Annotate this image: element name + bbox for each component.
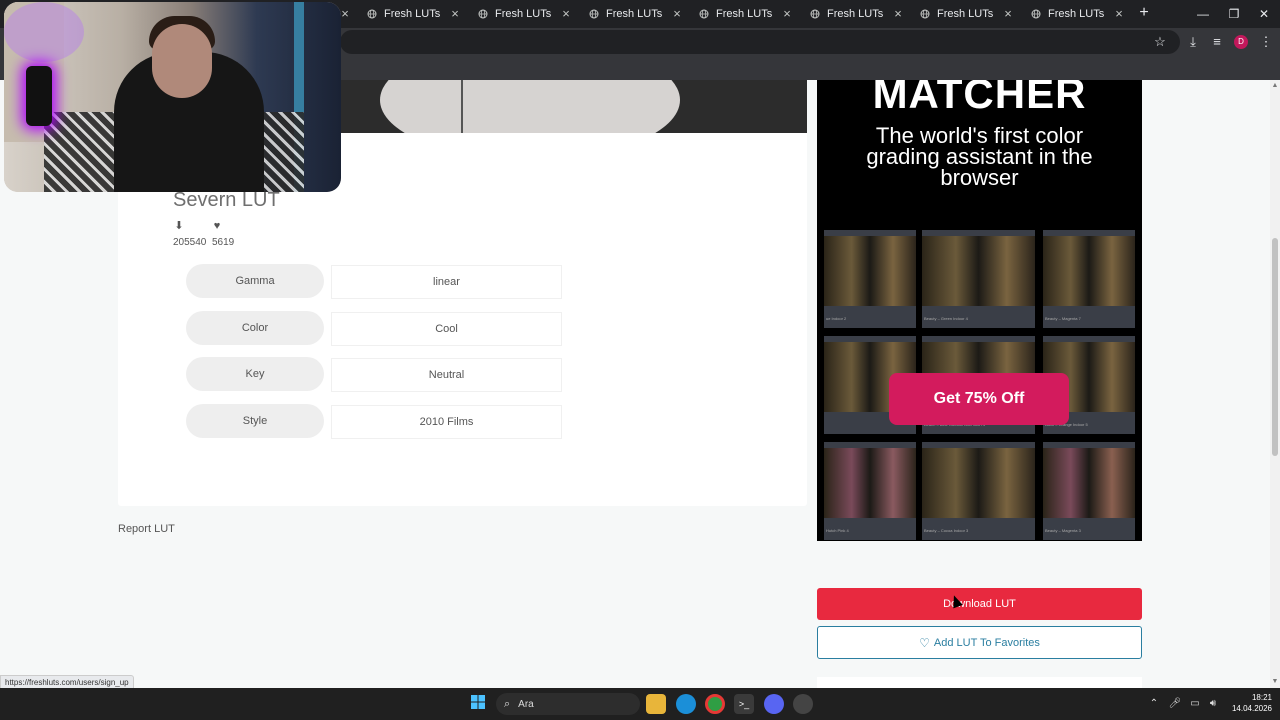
taskbar-search-label: Ara (518, 698, 534, 710)
tab-title: Fresh LUTs (606, 8, 663, 20)
attr-value-style: 2010 Films (331, 405, 562, 439)
close-tab-icon[interactable]: × (891, 7, 905, 21)
network-icon[interactable]: ▭ (1188, 697, 1202, 711)
discord-icon[interactable] (764, 694, 784, 714)
attr-label-style: Style (186, 404, 324, 438)
windows-start-icon[interactable] (468, 694, 488, 714)
browser-tab[interactable]: Fresh LUTs × (477, 0, 573, 28)
ad-thumbnail: Beauty – Magenta 3 (1043, 442, 1135, 540)
ad-thumbnail: Beauty – Green Indoor 4 (922, 230, 1035, 328)
tray-chevron-icon[interactable]: ⌃ (1147, 697, 1161, 711)
download-lut-button[interactable]: Download LUT (817, 588, 1142, 620)
ad-thumbnail: ue Indoor 2 (824, 230, 916, 328)
next-section-card (817, 677, 1142, 688)
globe-icon (919, 8, 931, 20)
close-tab-icon[interactable]: × (670, 7, 684, 21)
ad-thumbnail: Beauty – Magenta 7 (1043, 230, 1135, 328)
attr-label-key: Key (186, 357, 324, 391)
profile-avatar[interactable]: D (1234, 35, 1248, 49)
app-icon[interactable] (793, 694, 813, 714)
download-count-icon: ⬇ (174, 220, 184, 232)
close-tab-icon[interactable]: × (780, 7, 794, 21)
tab-title: Fresh LUTs (937, 8, 994, 20)
clock-date: 14.04.2026 (1231, 704, 1272, 713)
new-tab-button[interactable]: + (1136, 5, 1152, 21)
close-window-icon[interactable]: ✕ (1256, 6, 1272, 22)
search-icon: ⌕ (504, 697, 511, 710)
globe-icon (1030, 8, 1042, 20)
page-scrollbar[interactable]: ▲ ▼ (1270, 80, 1280, 688)
media-control-icon[interactable]: ≡ (1209, 34, 1225, 50)
ad-thumbnail: Beauty – Cocoa Indoor 3 (922, 442, 1035, 540)
heart-icon: ♡ (919, 635, 930, 650)
menu-dots-icon[interactable]: ⋮ (1258, 34, 1274, 50)
lut-title: Severn LUT (173, 189, 280, 211)
taskbar-search[interactable]: ⌕ Ara (496, 693, 640, 715)
attr-value-gamma: linear (331, 265, 562, 299)
bookmark-star-icon[interactable]: ☆ (1152, 34, 1168, 50)
microphone-icon[interactable]: 🎤︎ (1168, 697, 1182, 711)
globe-icon (588, 8, 600, 20)
edge-browser-icon[interactable] (676, 694, 696, 714)
browser-tab[interactable]: Fresh LUTs × (366, 0, 462, 28)
webcam-overlay (4, 2, 341, 192)
preview-photo (380, 80, 680, 133)
restore-icon[interactable]: ❐ (1226, 6, 1242, 22)
add-to-favorites-button[interactable]: ♡ Add LUT To Favorites (817, 626, 1142, 659)
tab-title: Fresh LUTs (1048, 8, 1105, 20)
download-icon[interactable]: ⤓ (1185, 34, 1201, 50)
browser-tab[interactable]: Fresh LUTs × (698, 0, 794, 28)
attr-value-color: Cool (331, 312, 562, 346)
scroll-up-icon[interactable]: ▲ (1271, 82, 1279, 90)
favorite-count: 5619 (212, 237, 235, 248)
preview-split-line (461, 80, 463, 133)
chrome-browser-icon[interactable] (705, 694, 725, 714)
attr-value-key: Neutral (331, 358, 562, 392)
heart-circle-icon: ♥ (213, 220, 221, 232)
file-explorer-icon[interactable] (646, 694, 666, 714)
tab-title: Fresh LUTs (384, 8, 441, 20)
globe-icon (809, 8, 821, 20)
browser-tab[interactable]: Fresh LUTs × (1030, 0, 1126, 28)
browser-tab[interactable]: Fresh LUTs × (588, 0, 684, 28)
terminal-icon[interactable]: >_ (734, 694, 754, 714)
globe-icon (477, 8, 489, 20)
attr-label-gamma: Gamma (186, 264, 324, 298)
globe-icon (366, 8, 378, 20)
browser-tab[interactable]: Fresh LUTs × (809, 0, 905, 28)
ad-thumbnail: Hutch Pink 4 (824, 442, 916, 540)
volume-icon[interactable]: 🔊︎ (1206, 697, 1220, 711)
ad-discount-button[interactable]: Get 75% Off (889, 373, 1069, 425)
ad-tagline: The world's first color grading assistan… (866, 123, 1093, 190)
tab-title: Fresh LUTs (495, 8, 552, 20)
lut-preview-image (340, 80, 807, 133)
download-count: 205540 (173, 237, 207, 248)
address-bar[interactable] (340, 30, 1180, 54)
add-to-favorites-label: Add LUT To Favorites (933, 636, 1040, 649)
ad-brand-title: MATCHER (872, 80, 1087, 117)
close-tab-icon[interactable]: × (1112, 7, 1126, 21)
scrollbar-thumb[interactable] (1272, 238, 1278, 456)
tab-title: Fresh LUTs (827, 8, 884, 20)
clock-time: 18:21 (1251, 693, 1272, 702)
taskbar-clock[interactable]: 18:21 14.04.2026 (1226, 692, 1272, 714)
browser-tab[interactable]: Fresh LUTs × (919, 0, 1015, 28)
close-tab-icon[interactable]: × (559, 7, 573, 21)
tab-title: Fresh LUTs (716, 8, 773, 20)
attr-label-color: Color (186, 311, 324, 345)
scroll-down-icon[interactable]: ▼ (1271, 678, 1279, 686)
browser-tab-partial[interactable]: × (340, 0, 352, 28)
minimize-icon[interactable]: — (1195, 6, 1211, 22)
close-tab-icon[interactable]: × (1001, 7, 1015, 21)
globe-icon (698, 8, 710, 20)
report-lut-link[interactable]: Report LUT (118, 523, 175, 535)
windows-taskbar: ⌕ Ara >_ ⌃ 🎤︎ ▭ 🔊︎ 18:21 14.04.2026 (0, 688, 1280, 720)
close-tab-icon[interactable]: × (448, 7, 462, 21)
matcher-ad-banner[interactable]: MATCHER The world's first color grading … (817, 80, 1142, 541)
